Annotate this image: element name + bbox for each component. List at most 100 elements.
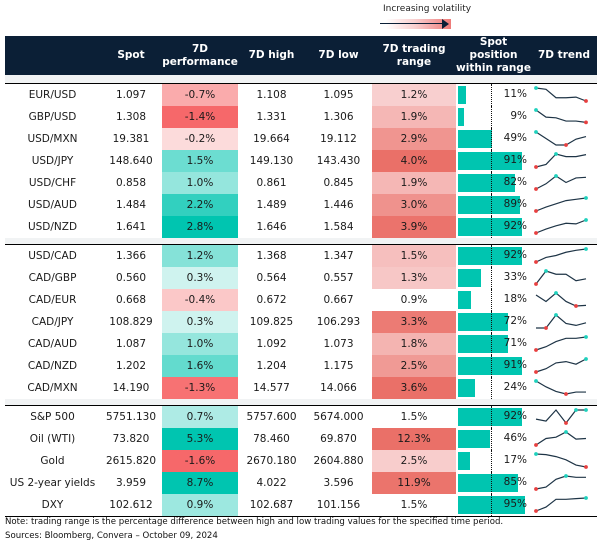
trend-high-marker xyxy=(534,86,538,90)
spot-value: 5751.130 xyxy=(105,411,157,423)
low-value: 5674.000 xyxy=(313,411,364,423)
trading-range-value: 2.9% xyxy=(372,128,456,150)
spot-value: 1.484 xyxy=(115,199,147,211)
trend-low-marker xyxy=(584,465,588,469)
spot-position-percent: 95% xyxy=(503,498,527,510)
trading-range-value: 2.5% xyxy=(372,355,456,377)
spot-position-percent: 49% xyxy=(503,132,527,144)
trend-sparkline xyxy=(534,218,588,235)
table-row: CAD/EUR 0.668 -0.4% 0.672 0.667 0.9% 18% xyxy=(5,289,597,311)
trend-sparkline xyxy=(535,291,587,308)
performance-value: -0.2% xyxy=(162,128,238,150)
trend-cell xyxy=(531,311,597,333)
header-name xyxy=(5,36,100,75)
trend-line xyxy=(535,453,587,468)
trend-sparkline xyxy=(534,430,587,447)
spot-value: 102.612 xyxy=(109,499,153,511)
spot-value: 108.829 xyxy=(109,316,153,328)
table-row: USD/NZD 1.641 2.8% 1.646 1.584 3.9% 92% xyxy=(5,216,597,238)
instrument-name: USD/CAD xyxy=(28,250,77,262)
high-value: 2670.180 xyxy=(246,455,297,467)
trend-line xyxy=(535,87,587,102)
instrument-name: CAD/EUR xyxy=(28,294,77,306)
spot-position-percent: 92% xyxy=(503,249,527,261)
table-row: CAD/GBP 0.560 0.3% 0.564 0.557 1.3% 33% xyxy=(5,267,597,289)
performance-value: 0.3% xyxy=(162,267,238,289)
trend-line xyxy=(535,292,587,307)
high-value: 1.108 xyxy=(256,89,287,101)
performance-value: 1.0% xyxy=(162,172,238,194)
trend-cell xyxy=(531,267,597,289)
trading-range-value: 1.2% xyxy=(372,84,456,106)
performance-value: 0.3% xyxy=(162,311,238,333)
trend-line xyxy=(535,475,586,490)
spot-position-percent: 82% xyxy=(503,176,527,188)
spot-position-percent: 33% xyxy=(503,271,527,283)
low-value: 0.557 xyxy=(323,272,354,284)
trend-sparkline xyxy=(534,474,586,491)
performance-value: -1.3% xyxy=(162,377,238,399)
trend-cell xyxy=(531,428,597,450)
trend-high-marker xyxy=(544,269,548,273)
low-value: 1.347 xyxy=(323,250,354,262)
trend-line xyxy=(535,409,586,424)
table-row: CAD/MXN 14.190 -1.3% 14.577 14.066 3.6% 24% xyxy=(5,377,597,399)
midpoint-line xyxy=(491,150,492,172)
spot-value: 0.858 xyxy=(115,177,147,189)
table-row: CAD/NZD 1.202 1.6% 1.204 1.175 2.5% 91% xyxy=(5,355,597,377)
performance-value: 5.3% xyxy=(162,428,238,450)
trend-cell xyxy=(531,450,597,472)
table-row: Oil (WTI) 73.820 5.3% 78.460 69.870 12.3% 46% xyxy=(5,428,597,450)
footnote: Note: trading range is the percentage di… xyxy=(5,517,504,527)
low-value: 2604.880 xyxy=(313,455,364,467)
trend-high-marker xyxy=(554,291,558,295)
trend-cell xyxy=(531,355,597,377)
trend-low-marker xyxy=(534,370,538,374)
midpoint-line xyxy=(491,128,492,150)
trend-line xyxy=(535,109,587,123)
trend-high-marker xyxy=(534,452,538,456)
trend-cell xyxy=(531,406,597,428)
section-spacer xyxy=(5,75,597,84)
trading-range-value: 12.3% xyxy=(372,428,456,450)
trend-high-marker xyxy=(564,474,568,478)
trading-range-value: 1.9% xyxy=(372,172,456,194)
spot-position-cell: 49% xyxy=(456,128,531,150)
spot-position-percent: 46% xyxy=(503,432,527,444)
trend-sparkline xyxy=(534,335,588,352)
trend-high-marker xyxy=(584,247,588,251)
high-value: 14.577 xyxy=(253,382,290,394)
spot-value: 2615.820 xyxy=(105,455,157,467)
performance-value: 1.5% xyxy=(162,150,238,172)
high-value: 1.646 xyxy=(256,221,287,233)
sources: Sources: Bloomberg, Convera – October 09… xyxy=(5,531,218,541)
legend-label: Increasing volatility xyxy=(383,4,472,14)
performance-value: 1.0% xyxy=(162,333,238,355)
midpoint-line xyxy=(491,267,492,289)
spot-position-percent: 92% xyxy=(503,410,527,422)
trend-high-marker xyxy=(584,357,588,361)
trend-low-marker xyxy=(534,260,538,264)
trend-sparkline xyxy=(534,496,588,513)
low-value: 19.112 xyxy=(320,133,357,145)
table-row: Gold 2615.820 -1.6% 2670.180 2604.880 2.5% 17% xyxy=(5,450,597,472)
spot-position-cell: 92% xyxy=(456,245,531,267)
spot-position-percent: 24% xyxy=(503,381,527,393)
trend-cell xyxy=(531,377,597,399)
high-value: 149.130 xyxy=(249,155,294,167)
spot-position-cell: 18% xyxy=(456,289,531,311)
trend-high-marker xyxy=(584,496,588,500)
spot-position-percent: 89% xyxy=(503,198,527,210)
trend-line xyxy=(535,380,586,395)
trading-range-value: 0.9% xyxy=(372,289,456,311)
table-row: US 2-year yields 3.959 8.7% 4.022 3.596 11.9%… xyxy=(5,472,597,494)
low-value: 0.667 xyxy=(323,294,354,306)
instrument-name: GBP/USD xyxy=(28,111,77,123)
trend-low-marker xyxy=(534,487,538,491)
spot-position-percent: 9% xyxy=(510,110,527,122)
trend-line xyxy=(535,270,587,285)
table-row: USD/AUD 1.484 2.2% 1.489 1.446 3.0% 89% xyxy=(5,194,597,216)
midpoint-line xyxy=(491,450,492,472)
header-trading-range: 7D trading range xyxy=(372,36,456,75)
spot-position-bar xyxy=(458,86,466,104)
